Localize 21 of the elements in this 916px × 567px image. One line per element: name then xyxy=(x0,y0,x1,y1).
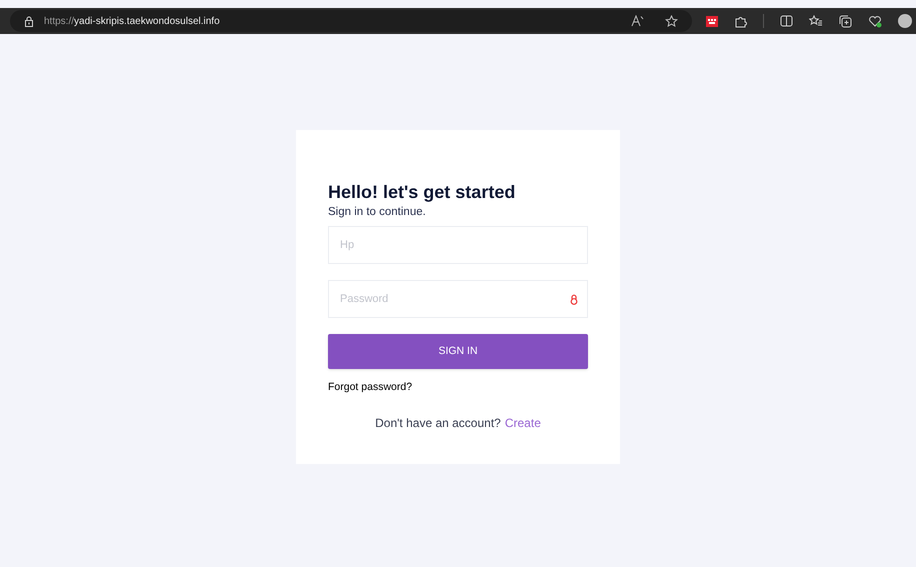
address-bar[interactable]: https://yadi-skripis.taekwondosulsel.info xyxy=(10,10,692,32)
favorites-icon[interactable] xyxy=(809,14,823,28)
extension-icon[interactable] xyxy=(706,16,718,26)
sign-in-button[interactable]: SIGN IN xyxy=(328,334,588,369)
star-icon[interactable] xyxy=(665,14,678,28)
heart-icon[interactable] xyxy=(868,14,882,28)
puzzle-icon[interactable] xyxy=(734,14,747,28)
forgot-password-link[interactable]: Forgot password? xyxy=(328,381,412,393)
signup-prompt: Don't have an account? xyxy=(375,415,501,432)
avatar-icon[interactable] xyxy=(898,14,912,28)
login-subtitle: Sign in to continue. xyxy=(328,205,427,220)
create-account-link[interactable]: Create xyxy=(504,414,541,432)
phone-field[interactable]: Hp xyxy=(328,226,588,264)
read-aloud-icon[interactable] xyxy=(631,15,645,27)
lock-icon xyxy=(570,294,578,305)
collections-icon[interactable] xyxy=(839,14,852,28)
password-field[interactable]: Password xyxy=(328,280,588,318)
login-title: Hello! let's get started xyxy=(328,181,516,204)
url-text[interactable]: https://yadi-skripis.taekwondosulsel.info xyxy=(44,14,220,28)
lock-icon[interactable] xyxy=(24,16,34,26)
split-screen-icon[interactable] xyxy=(780,15,793,27)
